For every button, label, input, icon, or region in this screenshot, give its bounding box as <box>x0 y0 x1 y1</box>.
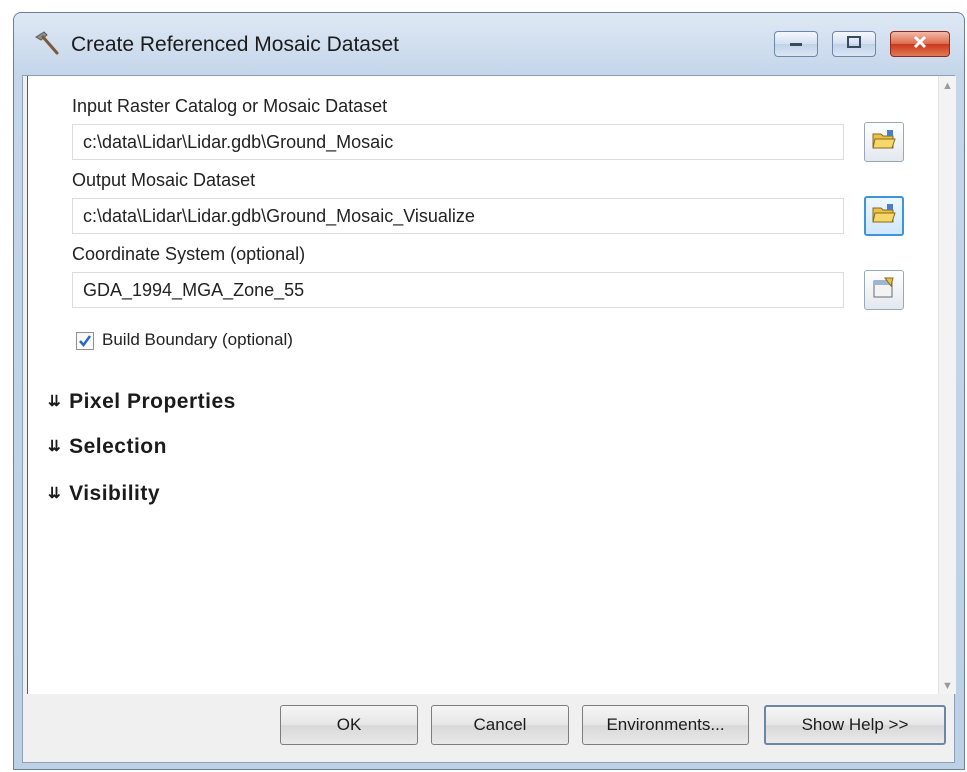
output-browse-button[interactable] <box>864 196 904 236</box>
dialog-window: Create Referenced Mosaic Dataset Input R… <box>13 12 965 770</box>
hammer-tool-icon <box>32 29 62 59</box>
section-selection[interactable]: ⇊ Selection <box>48 435 167 459</box>
checkmark-icon <box>77 335 93 353</box>
show-help-button[interactable]: Show Help >> <box>764 705 946 745</box>
expand-chevron-icon: ⇊ <box>48 393 62 410</box>
minimize-icon <box>788 35 804 53</box>
window-title: Create Referenced Mosaic Dataset <box>71 33 399 56</box>
close-icon <box>912 35 928 54</box>
ok-button[interactable]: OK <box>280 705 418 745</box>
section-label: Selection <box>69 435 167 458</box>
input-browse-button[interactable] <box>864 122 904 162</box>
section-pixel-properties[interactable]: ⇊ Pixel Properties <box>48 390 236 414</box>
vertical-scrollbar[interactable]: ▲ ▼ <box>938 76 956 694</box>
expand-chevron-icon: ⇊ <box>48 485 62 502</box>
minimize-button[interactable] <box>774 31 818 57</box>
folder-open-icon <box>871 129 897 156</box>
input-label: Input Raster Catalog or Mosaic Dataset <box>72 96 388 116</box>
coordinate-label: Coordinate System (optional) <box>72 244 306 264</box>
folder-open-icon <box>871 203 897 230</box>
dialog-client-area: Input Raster Catalog or Mosaic Dataset c… <box>22 75 956 763</box>
expand-chevron-icon: ⇊ <box>48 438 62 455</box>
cancel-button[interactable]: Cancel <box>431 705 569 745</box>
maximize-button[interactable] <box>832 31 876 57</box>
build-boundary-checkbox[interactable] <box>76 332 94 350</box>
scroll-up-arrow-icon[interactable]: ▲ <box>942 80 953 92</box>
coordinate-properties-button[interactable] <box>864 270 904 310</box>
output-mosaic-field[interactable]: c:\data\Lidar\Lidar.gdb\Ground_Mosaic_Vi… <box>72 198 844 234</box>
title-bar[interactable]: Create Referenced Mosaic Dataset <box>14 13 964 75</box>
scroll-down-arrow-icon[interactable]: ▼ <box>942 680 953 692</box>
parameters-panel: Input Raster Catalog or Mosaic Dataset c… <box>27 76 956 694</box>
input-raster-field[interactable]: c:\data\Lidar\Lidar.gdb\Ground_Mosaic <box>72 124 844 160</box>
section-label: Pixel Properties <box>69 390 236 413</box>
section-visibility[interactable]: ⇊ Visibility <box>48 482 160 506</box>
section-label: Visibility <box>69 482 161 505</box>
coordinate-properties-icon <box>871 276 897 305</box>
build-boundary-label[interactable]: Build Boundary (optional) <box>102 330 293 350</box>
coordinate-system-field[interactable]: GDA_1994_MGA_Zone_55 <box>72 272 844 308</box>
environments-button[interactable]: Environments... <box>582 705 749 745</box>
output-label: Output Mosaic Dataset <box>72 170 256 190</box>
close-button[interactable] <box>890 31 950 57</box>
maximize-icon <box>846 35 862 54</box>
